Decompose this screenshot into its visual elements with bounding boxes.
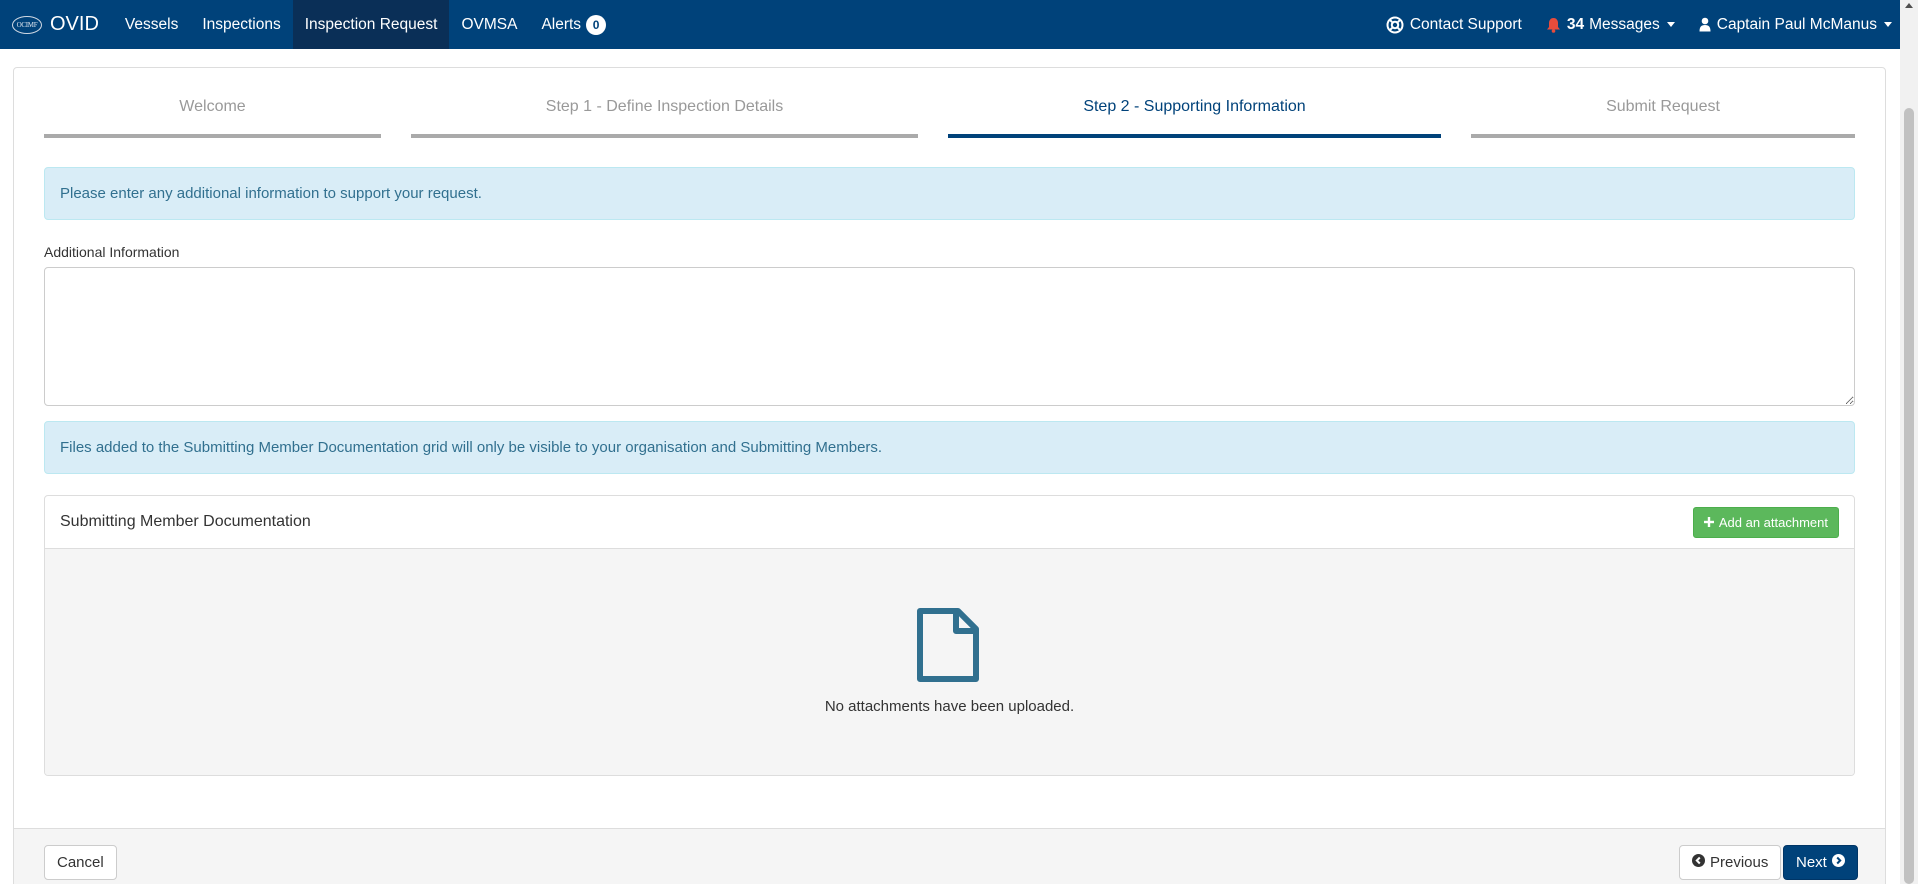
additional-information-textarea[interactable] [44, 267, 1855, 406]
contact-support-label: Contact Support [1409, 15, 1522, 33]
lifebuoy-icon [1386, 16, 1404, 34]
nav-inspections[interactable]: Inspections [190, 0, 292, 49]
nav-vessels[interactable]: Vessels [113, 0, 190, 49]
contact-support-link[interactable]: Contact Support [1374, 0, 1534, 49]
add-attachment-button[interactable]: Add an attachment [1692, 506, 1839, 538]
wizard-footer: Cancel Previous Next [14, 828, 1885, 884]
file-icon [916, 607, 980, 688]
ocimf-logo: OCIMF [12, 15, 42, 34]
messages-dropdown[interactable]: 34 Messages [1534, 0, 1687, 49]
bell-icon [1546, 17, 1561, 33]
next-button[interactable]: Next [1783, 845, 1858, 880]
brand[interactable]: OCIMF OVID [0, 0, 113, 49]
no-attachments-message: No attachments have been uploaded. [824, 698, 1075, 715]
plus-icon [1703, 515, 1714, 530]
cancel-button[interactable]: Cancel [44, 845, 117, 880]
messages-label: Messages [1589, 15, 1660, 33]
chevron-circle-left-icon [1692, 854, 1705, 871]
nav-right: Contact Support 34 Messages Captain Paul… [1374, 0, 1900, 49]
scrollbar-thumb[interactable] [1904, 108, 1914, 884]
additional-information-label: Additional Information [44, 244, 180, 260]
page-scrollbar[interactable] [1900, 0, 1918, 884]
documentation-header: Submitting Member Documentation Add an a… [45, 496, 1854, 549]
chevron-down-icon [1666, 22, 1675, 27]
documentation-title: Submitting Member Documentation [60, 513, 311, 530]
files-visibility-alert: Files added to the Submitting Member Doc… [44, 421, 1855, 474]
submitting-member-documentation-panel: Submitting Member Documentation Add an a… [44, 495, 1855, 776]
add-attachment-label: Add an attachment [1718, 514, 1828, 530]
user-name: Captain Paul McManus [1716, 15, 1877, 33]
step-define-inspection-details[interactable]: Step 1 - Define Inspection Details [411, 92, 918, 138]
chevron-circle-right-icon [1831, 854, 1845, 871]
info-alert: Please enter any additional information … [44, 167, 1855, 220]
previous-label: Previous [1710, 854, 1769, 871]
user-menu[interactable]: Captain Paul McManus [1687, 0, 1900, 49]
alerts-count-badge: 0 [586, 14, 607, 35]
messages-count: 34 [1566, 15, 1585, 33]
scroll-up-arrow-icon[interactable] [1905, 3, 1913, 8]
step-supporting-information[interactable]: Step 2 - Supporting Information [948, 92, 1441, 138]
nav-ovmsa[interactable]: OVMSA [449, 0, 529, 49]
nav-alerts[interactable]: Alerts 0 [529, 0, 618, 49]
nav-inspection-request[interactable]: Inspection Request [292, 0, 450, 49]
top-navbar: OCIMF OVID Vessels Inspections Inspectio… [0, 0, 1900, 49]
brand-name: OVID [50, 13, 99, 35]
step-welcome[interactable]: Welcome [44, 92, 381, 138]
user-icon [1699, 17, 1711, 32]
attachments-grid-empty: No attachments have been uploaded. [45, 549, 1854, 775]
chevron-down-icon [1884, 22, 1892, 27]
nav-alerts-label: Alerts [541, 15, 582, 33]
previous-button[interactable]: Previous [1679, 845, 1782, 880]
next-label: Next [1796, 854, 1827, 871]
step-submit-request[interactable]: Submit Request [1471, 92, 1855, 138]
